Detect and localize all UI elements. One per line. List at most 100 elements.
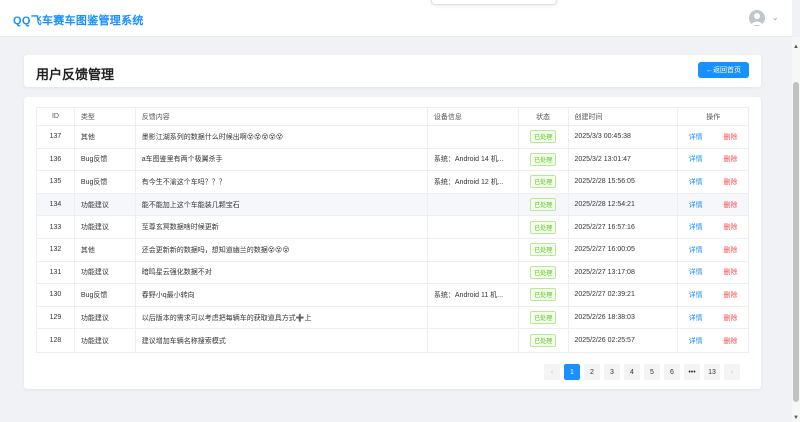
page-button[interactable]: 1 <box>564 364 580 380</box>
page-scrollbar[interactable]: ▲ ▼ <box>792 37 800 422</box>
app-title[interactable]: QQ飞车赛车图鉴管理系统 <box>13 12 144 28</box>
page-button[interactable]: 6 <box>664 364 680 380</box>
delete-link[interactable]: 删除 <box>724 336 738 346</box>
delete-link[interactable]: 删除 <box>724 267 738 277</box>
next-page-button[interactable]: › <box>724 364 740 380</box>
scroll-down-icon[interactable]: ▼ <box>793 415 799 421</box>
row-created-time: 2025/2/28 12:54:21 <box>569 193 679 216</box>
row-status-cell: 已处理 <box>519 329 569 352</box>
page-button[interactable]: 5 <box>644 364 660 380</box>
delete-link[interactable]: 删除 <box>724 290 738 300</box>
table-row[interactable]: 128 功能建议 建议增加车辆名称搜索模式 已处理 2025/2/26 02:25:57… <box>37 329 748 352</box>
table-row[interactable]: 134 功能建议 能不能加上这个车能装几颗宝石 已处理 2025/2/28 12:54:… <box>37 193 748 217</box>
status-badge: 已处理 <box>530 265 557 279</box>
page-button[interactable]: 3 <box>604 364 620 380</box>
delete-link[interactable]: 删除 <box>724 177 738 187</box>
delete-link[interactable]: 删除 <box>724 222 738 232</box>
page-button[interactable]: 2 <box>584 364 600 380</box>
row-status-cell: 已处理 <box>519 238 569 261</box>
row-content: 暗鸣星云强化数据不对 <box>136 261 428 284</box>
row-device <box>428 238 519 261</box>
delete-link[interactable]: 删除 <box>724 313 738 323</box>
row-type: 功能建议 <box>75 306 136 329</box>
table-row[interactable]: 136 Bug反馈 a车图鉴里有两个极翼杀手 系统：Android 14 机... 已处… <box>37 148 748 172</box>
table-row[interactable]: 133 功能建议 至尊玄冥数据啥时候更新 已处理 2025/2/27 16:57:16 详… <box>37 216 748 239</box>
row-actions: 详情 删除 <box>678 239 748 261</box>
row-id: 131 <box>37 261 75 284</box>
row-content: 建议增加车辆名称搜索模式 <box>136 329 428 352</box>
delete-link[interactable]: 删除 <box>724 154 738 164</box>
row-actions: 详情 删除 <box>678 329 748 352</box>
user-menu[interactable]: ⌄ <box>749 10 779 26</box>
column-header-type: 类型 <box>75 108 136 125</box>
scroll-up-icon[interactable]: ▲ <box>793 44 799 50</box>
detail-link[interactable]: 详情 <box>689 222 703 232</box>
row-device: 系统：Android 14 机... <box>428 148 519 171</box>
row-created-time: 2025/2/26 02:25:57 <box>569 329 679 352</box>
row-id: 129 <box>37 306 75 329</box>
row-type: 功能建议 <box>75 261 136 284</box>
row-device: 系统：Android 12 机... <box>428 171 519 193</box>
detail-link[interactable]: 详情 <box>689 200 703 210</box>
table-row[interactable]: 135 Bug反馈 有今生不渝这个车吗？？？ 系统：Android 12 机... 已处… <box>37 171 748 194</box>
back-home-button[interactable]: ←返回首页 <box>698 62 749 78</box>
row-status-cell: 已处理 <box>519 193 569 216</box>
row-type: Bug反馈 <box>75 171 136 193</box>
row-id: 135 <box>37 171 75 193</box>
row-type: Bug反馈 <box>75 148 136 171</box>
row-status-cell: 已处理 <box>519 284 569 306</box>
row-device <box>428 306 519 329</box>
detail-link[interactable]: 详情 <box>689 132 703 142</box>
row-id: 137 <box>37 126 75 148</box>
row-created-time: 2025/2/27 16:00:05 <box>569 238 679 261</box>
row-type: Bug反馈 <box>75 284 136 306</box>
top-bar: QQ飞车赛车图鉴管理系统 ⌄ <box>0 0 792 37</box>
table-row[interactable]: 132 其他 还会更新新的数据吗，想知道幽兰的数据😵😵😵 已处理 2025/2/27 1… <box>37 238 748 262</box>
detail-link[interactable]: 详情 <box>689 245 703 255</box>
avatar-icon[interactable] <box>749 10 765 26</box>
row-status-cell: 已处理 <box>519 126 569 148</box>
chevron-down-icon[interactable]: ⌄ <box>772 14 779 22</box>
delete-link[interactable]: 删除 <box>724 132 738 142</box>
row-status-cell: 已处理 <box>519 171 569 193</box>
row-id: 136 <box>37 148 75 171</box>
row-status-cell: 已处理 <box>519 148 569 171</box>
row-created-time: 2025/3/3 00:45:38 <box>569 126 679 148</box>
detail-link[interactable]: 详情 <box>689 336 703 346</box>
row-content: a车图鉴里有两个极翼杀手 <box>136 148 428 171</box>
feedback-panel: ID 类型 反馈内容 设备信息 状态 创建时间 操作 137 其他 墨影江湖系列的数… <box>24 97 761 389</box>
row-id: 128 <box>37 329 75 352</box>
page-button[interactable]: 4 <box>624 364 640 380</box>
detail-link[interactable]: 详情 <box>689 290 703 300</box>
row-created-time: 2025/2/27 02:39:21 <box>569 284 679 306</box>
row-created-time: 2025/2/28 15:56:05 <box>569 171 679 193</box>
table-row[interactable]: 130 Bug反馈 春野小q最小转向 系统：Android 11 机... 已处理 202… <box>37 284 748 307</box>
row-content: 有今生不渝这个车吗？？？ <box>136 171 428 193</box>
row-id: 134 <box>37 193 75 216</box>
detail-link[interactable]: 详情 <box>689 177 703 187</box>
row-content: 至尊玄冥数据啥时候更新 <box>136 216 428 238</box>
table-row[interactable]: 129 功能建议 以后版本的需求可以考虑把每辆车的获取道具方式➕上 已处理 2025/2… <box>37 306 748 330</box>
prev-page-button[interactable]: ‹ <box>544 364 560 380</box>
row-id: 133 <box>37 216 75 238</box>
page-button[interactable]: 13 <box>704 364 720 380</box>
row-type: 其他 <box>75 238 136 261</box>
table-row[interactable]: 137 其他 墨影江湖系列的数据什么时候出啊😵😵😵😵😵 已处理 2025/3/3 00:… <box>37 126 748 149</box>
column-header-time: 创建时间 <box>569 108 679 125</box>
delete-link[interactable]: 删除 <box>724 200 738 210</box>
detail-link[interactable]: 详情 <box>689 154 703 164</box>
more-pages-button[interactable]: ••• <box>684 364 700 380</box>
detail-link[interactable]: 详情 <box>689 267 703 277</box>
status-badge: 已处理 <box>530 130 557 144</box>
row-actions: 详情 删除 <box>678 284 748 306</box>
scrollbar-thumb[interactable] <box>793 82 799 402</box>
row-type: 功能建议 <box>75 216 136 238</box>
row-id: 132 <box>37 238 75 261</box>
row-created-time: 2025/2/27 13:17:08 <box>569 261 679 284</box>
row-status-cell: 已处理 <box>519 306 569 329</box>
row-actions: 详情 删除 <box>678 149 748 171</box>
detail-link[interactable]: 详情 <box>689 313 703 323</box>
delete-link[interactable]: 删除 <box>724 245 738 255</box>
row-created-time: 2025/2/26 18:38:03 <box>569 306 679 329</box>
table-row[interactable]: 131 功能建议 暗鸣星云强化数据不对 已处理 2025/2/27 13:17:08 详情… <box>37 261 748 285</box>
